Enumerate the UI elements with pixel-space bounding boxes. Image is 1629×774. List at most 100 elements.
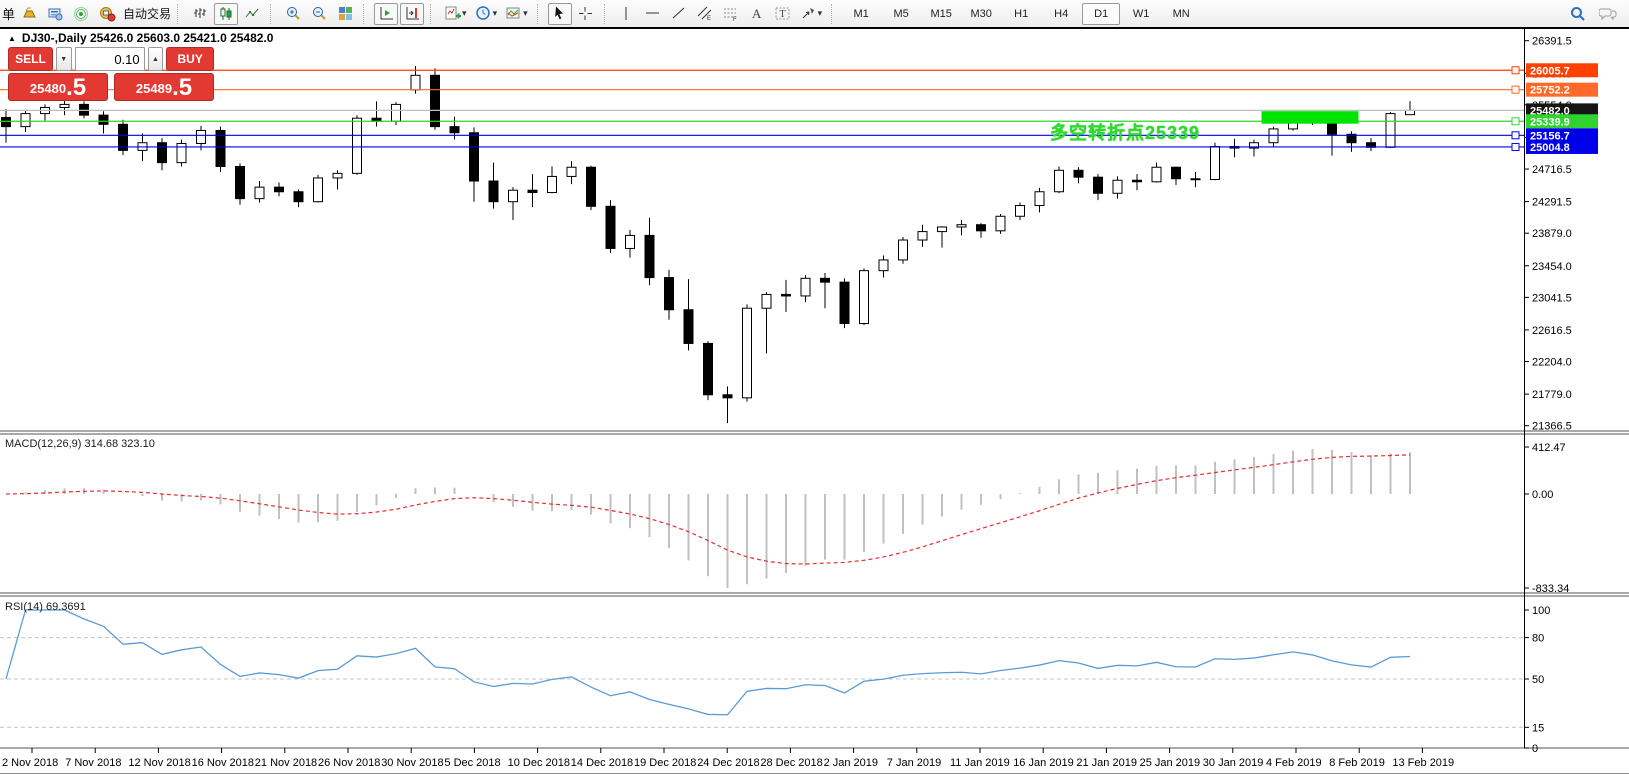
price-badge-label: 26005.7 (1530, 65, 1570, 77)
candle-body (1406, 110, 1415, 114)
date-label: 7 Jan 2019 (887, 757, 941, 769)
date-label: 16 Nov 2018 (192, 757, 254, 769)
chart-title-text: DJ30-,Daily 25426.0 25603.0 25421.0 2548… (22, 31, 274, 45)
candle-body (1152, 167, 1161, 182)
date-label: 10 Dec 2018 (508, 757, 570, 769)
price-badge-label: 25752.2 (1530, 85, 1570, 97)
date-label: 24 Dec 2018 (697, 757, 759, 769)
price-tick-label: 24291.5 (1532, 197, 1572, 209)
date-label: 2 Nov 2018 (2, 757, 58, 769)
price-tick-label: 23041.5 (1532, 292, 1572, 304)
macd-axis-label: 412.47 (1532, 442, 1566, 454)
buy-price-box[interactable]: 25489.5 (114, 73, 214, 101)
chart-annotation[interactable]: 多空转折点25339 (1050, 119, 1200, 145)
application-window: 单 自动交易 (0, 0, 1629, 774)
volume-increase-button[interactable]: ▲ (148, 47, 164, 71)
date-label: 16 Jan 2019 (1013, 757, 1074, 769)
candle-body (899, 240, 908, 260)
candle-body (197, 130, 206, 143)
chart-title: ▲ DJ30-,Daily 25426.0 25603.0 25421.0 25… (8, 31, 273, 45)
candle-body (996, 216, 1005, 231)
date-label: 28 Dec 2018 (760, 757, 822, 769)
price-tick-label: 21779.0 (1532, 389, 1572, 401)
date-label: 21 Nov 2018 (255, 757, 317, 769)
candle-body (1035, 192, 1044, 206)
candle-body (801, 278, 810, 296)
date-label: 4 Feb 2019 (1266, 757, 1322, 769)
date-label: 7 Nov 2018 (65, 757, 121, 769)
candle-body (665, 278, 674, 310)
candle-body (587, 167, 596, 206)
candle-body (489, 181, 498, 202)
candle-body (567, 167, 576, 176)
price-tick-label: 26391.5 (1532, 36, 1572, 48)
candle-body (528, 190, 537, 192)
line-marker (1512, 118, 1519, 125)
macd-axis-label: 0.00 (1532, 489, 1553, 501)
candle-body (1113, 180, 1122, 193)
sell-price-main: 25480 (30, 79, 66, 99)
candle-body (918, 232, 927, 240)
sell-button[interactable]: SELL (8, 47, 53, 71)
sell-price-pips: .5 (66, 77, 86, 99)
price-badge-label: 25004.8 (1530, 142, 1570, 154)
volume-decrease-button[interactable]: ▼ (56, 47, 72, 71)
one-click-trading-panel: SELL ▼ ▲ BUY 25480.5 25489.5 (8, 47, 214, 101)
line-marker (1512, 132, 1519, 139)
candle-body (333, 173, 342, 178)
rsi-axis-label: 80 (1532, 633, 1544, 645)
macd-axis-label: -833.34 (1532, 583, 1569, 595)
date-label: 8 Feb 2019 (1329, 757, 1385, 769)
candle-body (21, 114, 30, 127)
collapse-triangle-icon[interactable]: ▲ (8, 34, 16, 43)
candle-body (645, 235, 654, 277)
candle-body (782, 294, 791, 296)
candle-body (392, 104, 401, 121)
candle-body (450, 127, 459, 133)
candle-body (353, 118, 362, 173)
candle-body (158, 143, 167, 163)
chart-area[interactable]: 26391.525966.525554.025129.024716.524291… (0, 0, 1629, 773)
price-tick-label: 22204.0 (1532, 357, 1572, 369)
candle-body (957, 225, 966, 227)
volume-input[interactable] (75, 47, 145, 71)
rsi-label: RSI(14) 69.3691 (5, 601, 86, 613)
rsi-axis-label: 0 (1532, 743, 1538, 755)
candle-body (1211, 147, 1220, 180)
candle-body (762, 294, 771, 308)
candle-body (743, 308, 752, 398)
buy-price-pips: .5 (172, 77, 192, 99)
price-tick-label: 22616.5 (1532, 325, 1572, 337)
price-tick-label: 21366.5 (1532, 421, 1572, 433)
line-marker (1512, 86, 1519, 93)
candle-body (723, 395, 732, 398)
date-label: 21 Jan 2019 (1076, 757, 1137, 769)
highlight-rectangle (1262, 112, 1358, 123)
candle-body (2, 117, 11, 126)
candle-body (548, 176, 557, 192)
candle-body (314, 178, 323, 202)
price-tick-label: 23879.0 (1532, 228, 1572, 240)
candle-body (860, 271, 869, 324)
candle-body (509, 190, 518, 201)
candle-body (470, 133, 479, 181)
sell-price-box[interactable]: 25480.5 (8, 73, 108, 101)
price-tick-label: 24716.5 (1532, 164, 1572, 176)
candle-body (80, 104, 89, 115)
candle-body (1386, 114, 1395, 148)
candle-body (704, 343, 713, 394)
date-label: 12 Nov 2018 (128, 757, 190, 769)
candle-body (99, 115, 108, 124)
candle-body (626, 235, 635, 248)
date-label: 13 Feb 2019 (1392, 757, 1454, 769)
candle-body (1328, 122, 1337, 134)
candle-body (938, 227, 947, 232)
buy-button[interactable]: BUY (166, 47, 214, 71)
date-label: 14 Dec 2018 (571, 757, 633, 769)
rsi-axis-label: 50 (1532, 674, 1544, 686)
date-label: 2 Jan 2019 (824, 757, 878, 769)
line-marker (1512, 143, 1519, 150)
candle-body (60, 104, 69, 107)
candle-body (431, 75, 440, 126)
buy-price-main: 25489 (136, 79, 172, 99)
